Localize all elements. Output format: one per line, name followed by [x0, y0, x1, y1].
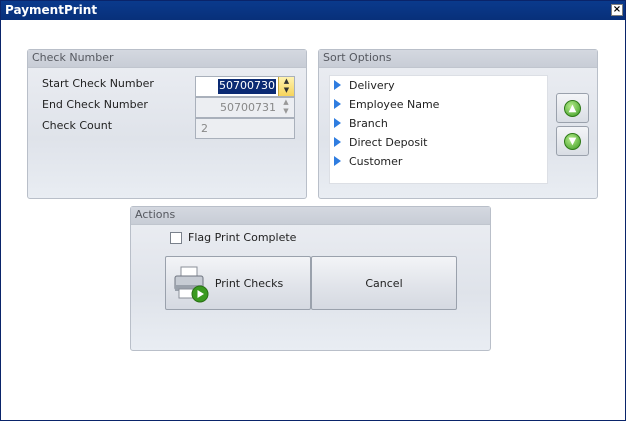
- check-count-field: 2: [195, 118, 295, 139]
- sort-options-header: Sort Options: [319, 50, 597, 68]
- print-checks-label: Print Checks: [214, 277, 284, 290]
- spin-up-icon: ▲: [283, 98, 289, 106]
- move-down-button[interactable]: ▼: [556, 126, 589, 156]
- expand-arrow-icon: [334, 118, 341, 128]
- sort-options-panel: Sort Options Delivery Employee Name Bran…: [318, 49, 598, 199]
- check-number-header: Check Number: [28, 50, 306, 68]
- sort-item-label: Employee Name: [349, 98, 440, 111]
- start-check-label: Start Check Number: [42, 77, 154, 90]
- sort-item-employee-name[interactable]: Employee Name: [334, 98, 439, 114]
- actions-header: Actions: [131, 207, 490, 225]
- end-check-value: 50700731: [220, 101, 276, 114]
- start-check-spinner[interactable]: ▲ ▼: [278, 77, 294, 96]
- flag-print-complete-checkbox[interactable]: [170, 232, 182, 244]
- expand-arrow-icon: [334, 99, 341, 109]
- expand-arrow-icon: [334, 156, 341, 166]
- sort-options-list[interactable]: Delivery Employee Name Branch Direct Dep…: [329, 75, 548, 184]
- close-icon[interactable]: ×: [611, 4, 623, 16]
- sort-item-label: Branch: [349, 117, 388, 130]
- sort-item-label: Delivery: [349, 79, 395, 92]
- expand-arrow-icon: [334, 137, 341, 147]
- check-count-label: Check Count: [42, 119, 113, 132]
- actions-panel: Actions Flag Print Complete Print Checks…: [130, 206, 491, 351]
- end-check-input: 50700731 ▲ ▼: [195, 97, 295, 118]
- start-check-value: 50700730: [218, 79, 276, 94]
- cancel-button[interactable]: Cancel: [311, 256, 457, 310]
- print-checks-button[interactable]: Print Checks: [165, 256, 311, 310]
- end-check-label: End Check Number: [42, 98, 148, 111]
- flag-print-complete-label[interactable]: Flag Print Complete: [188, 231, 296, 244]
- title-bar: PaymentPrint ×: [1, 1, 625, 20]
- spin-up-icon[interactable]: ▲: [279, 77, 294, 86]
- end-check-spinner: ▲ ▼: [278, 98, 294, 117]
- window-title: PaymentPrint: [5, 3, 98, 17]
- start-check-input[interactable]: 50700730 ▲ ▼: [195, 76, 295, 97]
- check-number-panel: Check Number Start Check Number 50700730…: [27, 49, 307, 199]
- spin-down-icon: ▼: [283, 107, 289, 115]
- payment-print-window: PaymentPrint × Check Number Start Check …: [0, 0, 626, 421]
- expand-arrow-icon: [334, 80, 341, 90]
- sort-item-customer[interactable]: Customer: [334, 155, 402, 171]
- sort-item-label: Customer: [349, 155, 403, 168]
- sort-item-delivery[interactable]: Delivery: [334, 79, 395, 95]
- move-up-button[interactable]: ▲: [556, 93, 589, 123]
- spin-down-icon[interactable]: ▼: [279, 86, 294, 95]
- arrow-down-icon: ▼: [564, 133, 581, 150]
- sort-item-direct-deposit[interactable]: Direct Deposit: [334, 136, 427, 152]
- arrow-up-icon: ▲: [564, 100, 581, 117]
- sort-item-branch[interactable]: Branch: [334, 117, 388, 133]
- sort-item-label: Direct Deposit: [349, 136, 428, 149]
- cancel-label: Cancel: [365, 277, 403, 290]
